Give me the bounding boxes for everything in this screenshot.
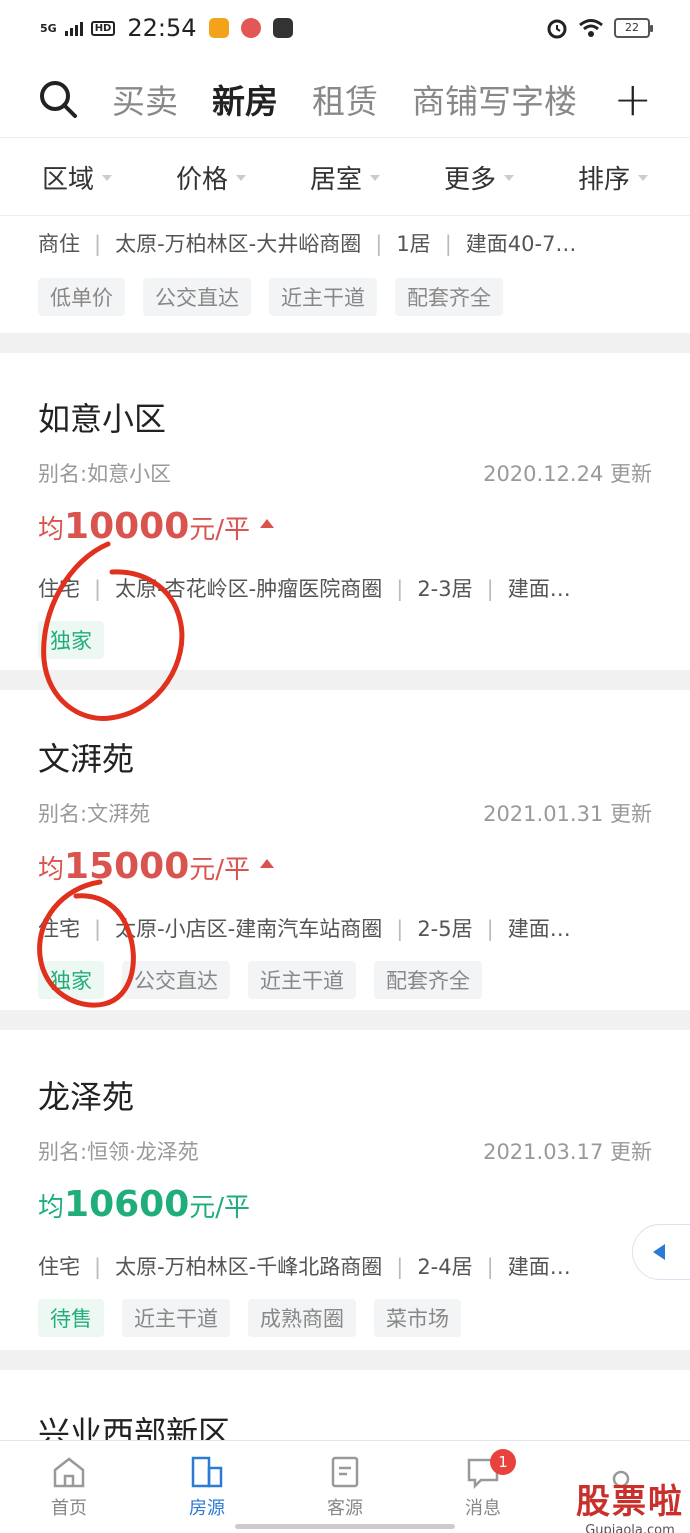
battery-icon: 22 (614, 18, 653, 38)
filter-sort[interactable]: 排序 (578, 159, 648, 196)
document-icon (331, 1456, 359, 1488)
tag: 待售 (38, 1299, 104, 1337)
chevron-down-icon (236, 174, 246, 181)
listing-tags: 低单价 公交直达 近主干道 配套齐全 (38, 278, 652, 316)
listing-meta: 住宅 | 太原-万柏林区-千峰北路商圈 | 2-4居 | 建面… (38, 1255, 571, 1279)
status-bar: 5G HD 22:54 22 (0, 0, 690, 56)
nav-label: 客源 (327, 1498, 363, 1519)
clock-time: 22:54 (127, 14, 197, 42)
listing-meta: 住宅 | 太原-杏花岭区-肿瘤医院商圈 | 2-3居 | 建面… (38, 577, 571, 601)
tag: 近主干道 (122, 1299, 230, 1337)
tag: 配套齐全 (395, 278, 503, 316)
tag: 低单价 (38, 278, 125, 316)
tab-new-homes[interactable]: 新房 (212, 75, 278, 123)
chevron-down-icon (370, 174, 380, 181)
tag: 公交直达 (143, 278, 251, 316)
wifi-icon (579, 19, 603, 37)
tab-commercial-office[interactable]: 商铺写字楼 (412, 75, 577, 123)
section-divider (0, 670, 690, 690)
tag: 菜市场 (374, 1299, 461, 1337)
nav-home[interactable]: 首页 (0, 1441, 138, 1533)
tag: 公交直达 (122, 961, 230, 999)
section-divider (0, 1350, 690, 1370)
app-notification-icon (208, 18, 229, 38)
filter-price[interactable]: 价格 (176, 159, 246, 196)
filter-label: 居室 (309, 165, 362, 195)
tab-buy-sell[interactable]: 买卖 (112, 75, 178, 123)
listing-updated: 2021.01.31 更新 (483, 802, 652, 826)
nav-label: 首页 (51, 1498, 87, 1519)
listing-alias: 别名:如意小区 (38, 462, 172, 486)
section-divider (0, 333, 690, 353)
watermark-text: 股票啦 (576, 1482, 684, 1522)
hd-indicator: HD (90, 20, 116, 36)
nav-clients[interactable]: 客源 (276, 1441, 414, 1533)
chevron-down-icon (102, 174, 112, 181)
add-button[interactable]: + (613, 76, 652, 122)
unread-badge: 1 (490, 1449, 516, 1475)
chevron-down-icon (638, 174, 648, 181)
filter-label: 价格 (175, 165, 228, 195)
nav-messages[interactable]: 消息 1 (414, 1441, 552, 1533)
filter-area[interactable]: 区域 (42, 159, 112, 196)
app-notification-icon (272, 18, 293, 38)
chevron-left-icon (653, 1244, 665, 1260)
chevron-down-icon (504, 174, 514, 181)
building-icon (191, 1456, 223, 1488)
listing-card[interactable]: 龙泽苑 别名:恒领·龙泽苑 2021.03.17 更新 均 10600 元/平 住宅… (0, 1072, 690, 1337)
nav-label: 房源 (189, 1498, 225, 1519)
listing-card-partial[interactable]: 兴业西部新区 (0, 1408, 690, 1440)
tag: 成熟商圈 (248, 1299, 356, 1337)
listing-name: 如意小区 (38, 400, 167, 438)
listing-alias: 别名:恒领·龙泽苑 (38, 1140, 199, 1164)
listing-name: 兴业西部新区 (38, 1414, 231, 1440)
price-up-icon (260, 859, 275, 868)
side-collapse-button[interactable] (632, 1224, 690, 1280)
filter-bar: 区域 价格 居室 更多 排序 (0, 140, 690, 216)
network-type: 5G (40, 21, 57, 35)
watermark: 股票啦 Gupiaola.com (576, 1474, 684, 1533)
listing-tags: 独家 (38, 621, 652, 659)
tag: 配套齐全 (374, 961, 482, 999)
top-nav: 买卖 新房 租赁 商铺写字楼 + (0, 60, 690, 138)
filter-rooms[interactable]: 居室 (310, 159, 380, 196)
listing-meta: 商住 | 太原-万柏林区-大井峪商圈 | 1居 | 建面40-7… (38, 232, 577, 256)
search-icon[interactable] (38, 79, 78, 119)
home-icon (53, 1457, 85, 1488)
tag: 独家 (38, 961, 104, 999)
tag: 近主干道 (248, 961, 356, 999)
tab-rental[interactable]: 租赁 (312, 75, 378, 123)
listing-tags: 待售 近主干道 成熟商圈 菜市场 (38, 1299, 652, 1337)
listing-name: 文湃苑 (38, 740, 135, 778)
listing-tags: 独家 公交直达 近主干道 配套齐全 (38, 961, 652, 999)
price-up-icon (260, 519, 275, 528)
listing-card[interactable]: 如意小区 别名:如意小区 2020.12.24 更新 均 10000 元/平 住宅 |… (0, 394, 690, 659)
filter-label: 排序 (577, 165, 630, 195)
listing-updated: 2021.03.17 更新 (483, 1140, 652, 1164)
nav-label: 消息 (465, 1498, 501, 1519)
listing-meta: 住宅 | 太原-小店区-建南汽车站商圈 | 2-5居 | 建面… (38, 917, 571, 941)
listing-alias: 别名:文湃苑 (38, 802, 151, 826)
listing-name: 龙泽苑 (38, 1078, 135, 1116)
listing-price: 均 10000 元/平 (38, 506, 652, 547)
listing-updated: 2020.12.24 更新 (483, 462, 652, 486)
tag: 近主干道 (269, 278, 377, 316)
filter-label: 区域 (41, 165, 94, 195)
home-indicator (235, 1524, 455, 1529)
nav-listings[interactable]: 房源 (138, 1441, 276, 1533)
section-divider (0, 1010, 690, 1030)
listing-card-partial[interactable]: 商住 | 太原-万柏林区-大井峪商圈 | 1居 | 建面40-7… 低单价 公交直达 近主干… (0, 228, 690, 316)
watermark-url: Gupiaola.com (585, 1523, 675, 1533)
app-notification-icon (240, 18, 261, 38)
listing-price: 均 15000 元/平 (38, 846, 652, 887)
listing-price: 均 10600 元/平 (38, 1184, 251, 1225)
signal-icon (64, 20, 83, 36)
filter-more[interactable]: 更多 (444, 159, 514, 196)
tag: 独家 (38, 621, 104, 659)
filter-label: 更多 (443, 165, 496, 195)
alarm-icon (547, 19, 567, 39)
listing-card[interactable]: 文湃苑 别名:文湃苑 2021.01.31 更新 均 15000 元/平 住宅 | 太原… (0, 734, 690, 999)
